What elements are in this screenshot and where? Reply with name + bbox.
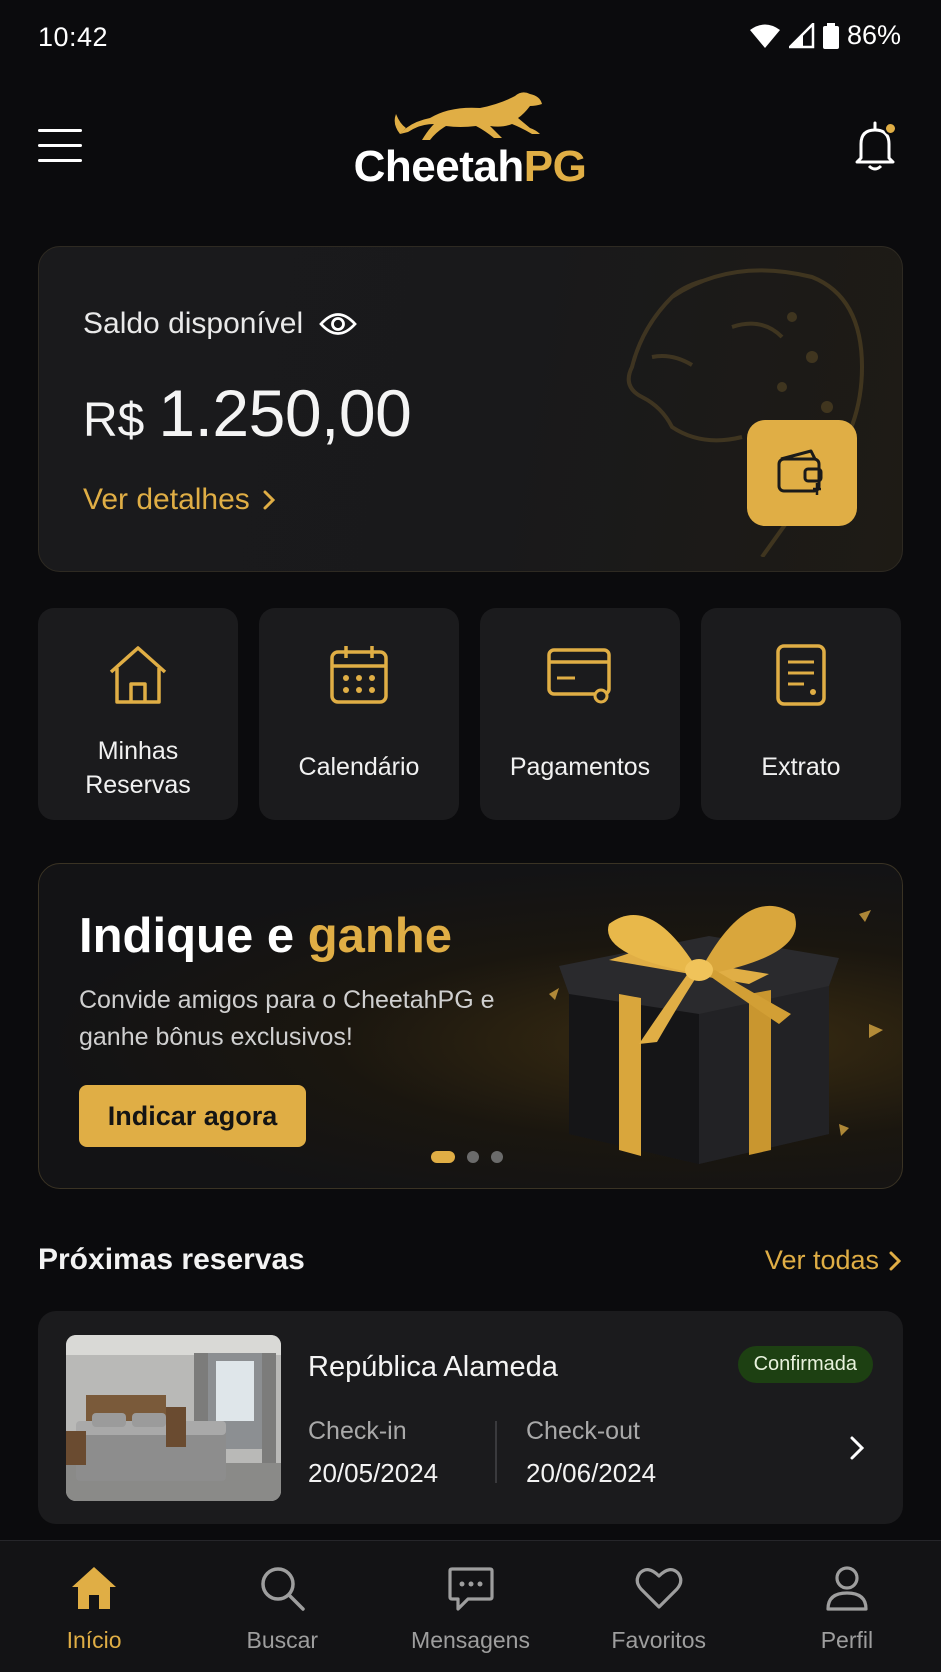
menu-line (38, 159, 82, 162)
card-icon (547, 648, 611, 704)
chevron-right-icon (263, 490, 275, 510)
divider (495, 1421, 497, 1483)
checkin-label: Check-in (308, 1417, 407, 1445)
nav-label: Mensagens (411, 1627, 530, 1653)
cheetah-logo-icon (394, 92, 542, 140)
logo-text-main: Cheetah (353, 142, 525, 191)
status-time: 10:42 (38, 22, 109, 52)
user-icon (826, 1566, 868, 1611)
balance-amount: R$ 1.250,00 (83, 375, 412, 451)
promo-title-main: Indique e (79, 909, 308, 963)
checkout-block: Check-out 20/06/2024 (526, 1417, 656, 1489)
status-badge: Confirmada (737, 1346, 873, 1383)
notification-dot (884, 122, 897, 135)
nav-search[interactable]: Buscar (188, 1541, 376, 1672)
carousel-dot-active[interactable] (431, 1151, 455, 1163)
reservation-card[interactable]: República Alameda Confirmada Check-in 20… (38, 1311, 903, 1524)
wallet-icon (777, 449, 823, 495)
menu-button[interactable] (38, 129, 82, 165)
status-icons: 86% (749, 20, 901, 51)
nav-label: Buscar (246, 1627, 319, 1653)
calendar-icon (330, 646, 388, 704)
checkout-date: 20/06/2024 (526, 1458, 657, 1488)
menu-line (38, 129, 82, 132)
nav-profile[interactable]: Perfil (753, 1541, 941, 1672)
home-icon (72, 1567, 117, 1609)
wallet-button[interactable] (747, 420, 857, 526)
carousel-dot[interactable] (467, 1151, 479, 1163)
balance-card: Saldo disponível R$ 1.250,00 Ver detalhe… (38, 246, 903, 572)
app-header: CheetahPG (0, 76, 941, 226)
nav-favorites[interactable]: Favoritos (565, 1541, 753, 1672)
promo-title-accent: ganhe (307, 909, 452, 963)
quick-action-label: Calendário (298, 753, 420, 781)
battery-level: 86% (846, 20, 901, 50)
nav-home[interactable]: Início (0, 1541, 188, 1672)
nav-messages[interactable]: Mensagens (376, 1541, 564, 1672)
quick-actions: Minhas Reservas Calendário Pagamentos Ex… (38, 608, 903, 820)
chevron-right-icon (889, 1251, 901, 1270)
nav-label: Início (66, 1627, 122, 1653)
promo-description: Convide amigos para o CheetahPG e ganhe … (79, 986, 495, 1051)
view-details-label: Ver detalhes (83, 483, 250, 516)
document-icon (776, 644, 826, 706)
menu-line (38, 144, 82, 147)
section-title-upcoming: Próximas reservas (38, 1243, 305, 1276)
quick-action-label: Extrato (761, 753, 841, 781)
house-icon (109, 646, 167, 704)
reservation-name: República Alameda (308, 1351, 558, 1383)
app-logo: CheetahPG (330, 84, 610, 204)
heart-icon (635, 1568, 683, 1609)
refer-now-button[interactable]: Indicar agora (79, 1085, 306, 1147)
wifi-icon (749, 24, 780, 48)
carousel-dot[interactable] (491, 1151, 503, 1163)
quick-action-statement[interactable]: Extrato (701, 608, 901, 820)
checkin-date: 20/05/2024 (308, 1458, 439, 1488)
reservation-photo (66, 1335, 281, 1501)
balance-label-text: Saldo disponível (83, 307, 304, 340)
carousel-indicator (431, 1151, 503, 1163)
search-icon (261, 1567, 306, 1611)
notifications-button[interactable] (851, 120, 899, 172)
balance-value: 1.250,00 (158, 376, 412, 450)
signal-icon (788, 22, 815, 48)
quick-action-calendar[interactable]: Calendário (259, 608, 459, 820)
referral-banner[interactable]: Indique e ganhe Convide amigos para o Ch… (38, 863, 903, 1189)
nav-label: Perfil (820, 1627, 874, 1653)
quick-action-payments[interactable]: Pagamentos (480, 608, 680, 820)
quick-action-label: Minhas Reservas (85, 737, 191, 799)
checkout-label: Check-out (526, 1417, 640, 1445)
balance-label: Saldo disponível (83, 307, 358, 341)
quick-action-my-reservations[interactable]: Minhas Reservas (38, 608, 238, 820)
gift-box-image (549, 905, 883, 1164)
view-details-link[interactable]: Ver detalhes (83, 483, 276, 517)
checkin-block: Check-in 20/05/2024 (308, 1417, 438, 1489)
logo-text: CheetahPG (330, 142, 610, 192)
quick-action-label: Pagamentos (509, 753, 651, 781)
battery-icon (822, 22, 839, 49)
chevron-right-icon (850, 1436, 865, 1460)
nav-label: Favoritos (611, 1627, 706, 1653)
see-all-label: Ver todas (764, 1245, 879, 1275)
promo-title: Indique e ganhe (79, 908, 452, 964)
logo-text-accent: PG (523, 142, 587, 191)
eye-icon[interactable] (319, 311, 358, 337)
see-all-link[interactable]: Ver todas (765, 1245, 901, 1276)
status-bar: 10:42 86% (0, 0, 941, 76)
chat-icon (447, 1567, 494, 1611)
balance-currency: R$ (83, 394, 145, 447)
bottom-nav: Início Buscar Mensagens Favoritos Perfil (0, 1540, 941, 1672)
bedroom-image (66, 1335, 281, 1501)
